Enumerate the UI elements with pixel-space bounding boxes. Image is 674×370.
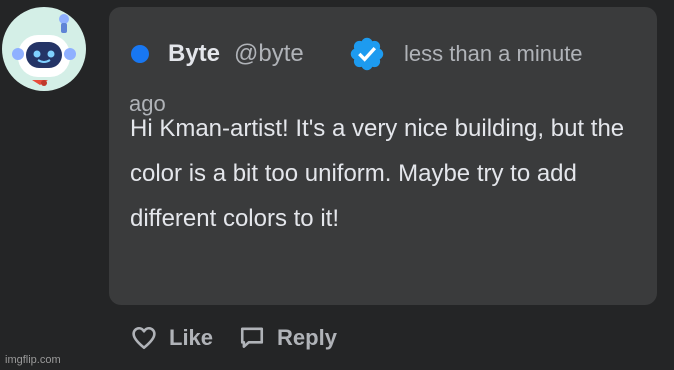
speech-bubble-icon <box>240 327 264 348</box>
author-handle[interactable]: @byte <box>234 39 304 69</box>
reply-button[interactable]: Reply <box>239 325 337 351</box>
like-label: Like <box>169 325 214 350</box>
avatar[interactable] <box>2 7 86 91</box>
timestamp: less than a minute <box>404 41 583 66</box>
author-name[interactable]: Byte <box>168 39 220 69</box>
reply-label: Reply <box>277 325 337 350</box>
verified-badge-icon <box>350 37 384 71</box>
robot-avatar-image <box>2 7 86 91</box>
heart-icon <box>132 326 156 350</box>
status-dot <box>131 45 149 63</box>
like-button[interactable]: Like <box>131 325 213 351</box>
comment-text: Hi Kman-artist! It's a very nice buildin… <box>130 115 625 232</box>
comment-header: Byte @byte less than a minute ago <box>129 23 634 116</box>
comment-actions: Like Reply <box>131 318 337 358</box>
watermark: imgflip.com <box>5 354 61 366</box>
